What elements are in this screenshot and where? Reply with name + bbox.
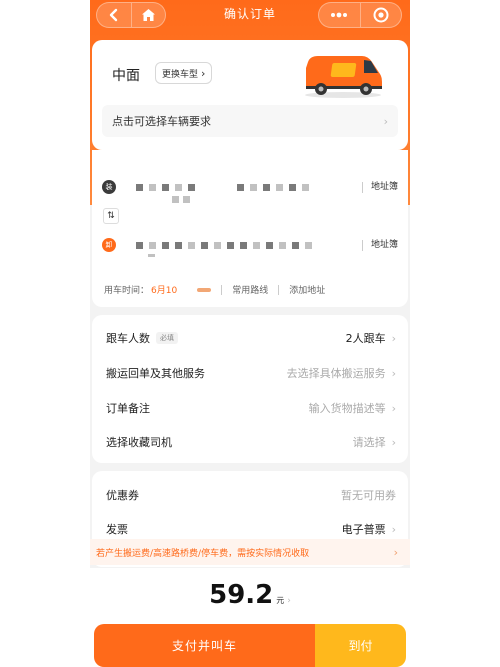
coupon-row[interactable]: 优惠券 暂无可用券 (106, 478, 396, 512)
divider (221, 284, 223, 295)
chevron-right-icon: › (391, 401, 396, 415)
close-miniapp-button[interactable] (359, 3, 402, 27)
escort-count-value: 2人跟车 (345, 332, 386, 345)
chevron-right-icon: › (383, 114, 388, 128)
chevron-right-icon: › (391, 435, 396, 449)
vehicle-type-name: 中面 (112, 68, 140, 84)
unload-address-detail-obscured (148, 254, 155, 257)
chevron-right-icon: › (393, 545, 398, 559)
price-summary[interactable]: 59.2 元 › (90, 580, 410, 610)
moving-service-label: 搬运回单及其他服务 (106, 367, 205, 380)
address-card: 装 地址簿 ⇅ 卸 地址簿 用车时间： 6月10 常用路线 添加地址 (92, 150, 408, 307)
order-remark-row[interactable]: 订单备注 输入货物描述等 › (106, 391, 396, 425)
swap-addresses-button[interactable]: ⇅ (103, 208, 119, 224)
app-screen: 确认订单 中面 更换车型 › 点击可选择车辆要求 › 装 地址簿 ⇅ 卸 地址簿… (90, 0, 410, 667)
required-tag: 必填 (156, 332, 178, 344)
chevron-right-icon: › (391, 522, 396, 536)
order-remark-placeholder: 输入货物描述等 (308, 402, 386, 415)
usage-time-obscured (197, 287, 212, 292)
target-icon (373, 7, 389, 23)
unload-badge: 卸 (102, 238, 116, 252)
vehicle-card: 中面 更换车型 › 点击可选择车辆要求 › (92, 40, 408, 150)
usage-time-row: 用车时间： 6月10 常用路线 添加地址 (104, 283, 325, 296)
usage-time-value[interactable]: 6月10 (151, 283, 177, 296)
van-illustration (302, 52, 384, 102)
load-addressbook-button[interactable]: 地址簿 (361, 182, 398, 193)
escort-count-label: 跟车人数 (106, 332, 150, 345)
nav-capsule-right (318, 2, 402, 28)
top-bar: 确认订单 (90, 0, 410, 32)
more-button[interactable] (319, 3, 360, 27)
change-vehicle-label: 更换车型 (162, 69, 199, 80)
swap-arrows-icon: ⇅ (107, 211, 115, 221)
chevron-right-icon: › (287, 596, 291, 606)
unload-addressbook-button[interactable]: 地址簿 (361, 240, 398, 251)
usage-time-label: 用车时间： (104, 286, 150, 296)
common-route-link[interactable]: 常用路线 (232, 283, 268, 296)
invoice-value: 电子普票 (341, 523, 386, 536)
favorite-driver-value: 请选择 (352, 436, 386, 449)
order-options-card: 跟车人数 必填 2人跟车 › 搬运回单及其他服务 去选择具体搬运服务 › 订单备注 … (92, 315, 408, 463)
cash-on-delivery-button[interactable]: 到付 (315, 624, 406, 667)
load-address-detail-obscured (172, 196, 190, 203)
moving-service-value: 去选择具体搬运服务 (286, 367, 386, 380)
coupon-value: 暂无可用券 (341, 489, 396, 502)
favorite-driver-label: 选择收藏司机 (106, 436, 172, 449)
pay-and-call-button[interactable]: 支付并叫车 (94, 624, 315, 667)
coupon-label: 优惠券 (106, 489, 139, 502)
load-address-obscured (136, 183, 309, 191)
price-amount: 59.2 (209, 580, 274, 610)
divider (278, 284, 280, 295)
favorite-driver-row[interactable]: 选择收藏司机 请选择 › (106, 425, 396, 459)
escort-count-row[interactable]: 跟车人数 必填 2人跟车 › (106, 321, 396, 355)
chevron-right-icon: › (391, 331, 396, 345)
extra-fee-notice[interactable]: 若产生搬运费/高速路桥费/停车费，需按实际情况收取 › (90, 539, 410, 565)
more-dots-icon (331, 12, 348, 18)
load-badge: 装 (102, 180, 116, 194)
change-vehicle-button[interactable]: 更换车型 › (155, 62, 213, 84)
chevron-right-icon: › (201, 66, 206, 80)
unload-address-row[interactable]: 卸 (102, 238, 312, 252)
extra-fee-notice-text: 若产生搬运费/高速路桥费/停车费，需按实际情况收取 (96, 548, 310, 559)
order-remark-label: 订单备注 (106, 402, 150, 415)
unload-address-obscured (136, 241, 312, 249)
add-address-link[interactable]: 添加地址 (289, 283, 325, 296)
vehicle-requirements-label: 点击可选择车辆要求 (112, 115, 211, 128)
price-unit: 元 (276, 596, 285, 605)
chevron-right-icon: › (391, 366, 396, 380)
moving-service-row[interactable]: 搬运回单及其他服务 去选择具体搬运服务 › (106, 356, 396, 390)
load-address-row[interactable]: 装 (102, 180, 309, 194)
invoice-label: 发票 (106, 523, 128, 536)
vehicle-requirements-row[interactable]: 点击可选择车辆要求 › (102, 105, 398, 137)
